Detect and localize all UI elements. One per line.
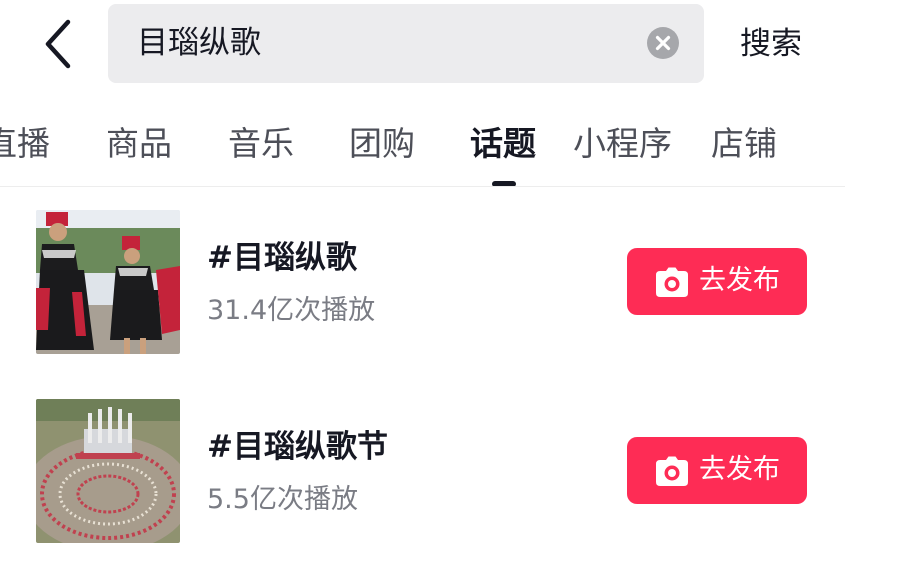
clear-search-button[interactable] — [647, 27, 679, 59]
publish-button[interactable]: 去发布 — [627, 248, 807, 315]
search-button[interactable]: 搜索 — [740, 22, 802, 66]
tab-live[interactable]: 直播 — [0, 121, 50, 167]
search-input[interactable]: 目瑙纵歌 — [137, 21, 261, 65]
topic-play-count: 31.4亿次播放 — [207, 295, 376, 326]
tab-products[interactable]: 商品 — [106, 121, 172, 167]
topic-thumbnail — [36, 399, 180, 543]
topic-item[interactable]: #目瑙纵歌节 5.5亿次播放 去发布 — [0, 399, 897, 549]
tab-group-buy[interactable]: 团购 — [349, 121, 415, 167]
tab-music[interactable]: 音乐 — [228, 121, 294, 167]
publish-button-label: 去发布 — [699, 265, 780, 296]
back-button[interactable] — [40, 18, 80, 70]
tab-bar: 直播 商品 音乐 团购 话题 小程序 店铺 — [0, 105, 845, 187]
search-box[interactable]: 目瑙纵歌 — [108, 4, 704, 83]
clear-circle-icon — [647, 27, 679, 59]
topic-title[interactable]: #目瑙纵歌 — [207, 237, 357, 279]
topic-thumbnail — [36, 210, 180, 354]
camera-icon — [656, 456, 688, 486]
topic-play-count: 5.5亿次播放 — [207, 484, 358, 515]
topic-title[interactable]: #目瑙纵歌节 — [207, 426, 388, 468]
tab-topics[interactable]: 话题 — [470, 121, 536, 167]
tab-divider — [0, 186, 845, 187]
publish-button-label: 去发布 — [699, 454, 780, 485]
topic-item[interactable]: #目瑙纵歌 31.4亿次播放 去发布 — [0, 210, 897, 360]
camera-icon — [656, 267, 688, 297]
publish-button[interactable]: 去发布 — [627, 437, 807, 504]
tab-shops[interactable]: 店铺 — [711, 121, 777, 167]
chevron-left-icon — [45, 19, 71, 69]
tab-mini-programs[interactable]: 小程序 — [573, 121, 672, 167]
